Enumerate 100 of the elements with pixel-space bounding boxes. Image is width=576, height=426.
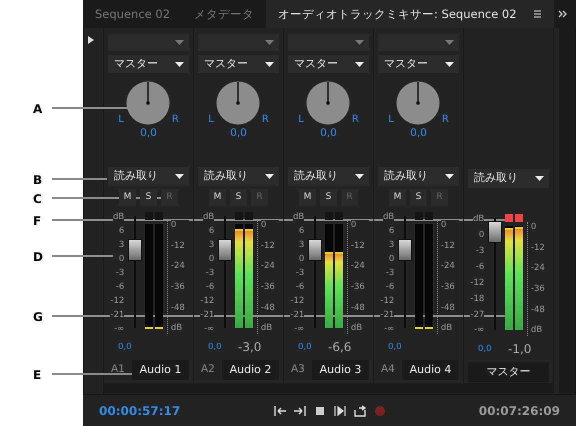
pan-left-label: L [208, 115, 214, 125]
track-button[interactable]: M [299, 189, 316, 206]
chevrons-icon[interactable] [558, 10, 567, 18]
send-dropdown[interactable]: マスター [288, 55, 369, 73]
pan-value[interactable]: 0,0 [410, 125, 427, 141]
track-id: A4 [380, 362, 396, 378]
scale-label: 0 [478, 230, 484, 240]
scale-label: dB [293, 212, 304, 222]
clip-indicator[interactable] [144, 212, 153, 220]
automation-dropdown[interactable]: 読み取り [198, 167, 279, 186]
track-name[interactable]: Audio 4 [402, 360, 459, 380]
volume-value[interactable]: 0,0 [478, 342, 508, 356]
caret-icon [264, 173, 275, 180]
volume-value[interactable]: 0,0 [118, 340, 148, 354]
caret-icon [444, 173, 455, 180]
automation-dropdown[interactable]: 読み取り [288, 167, 369, 186]
scale-label: 0 [170, 220, 189, 230]
fader-handle[interactable] [488, 220, 502, 243]
scale-label: -6 [386, 282, 394, 292]
pan-knob[interactable] [216, 81, 260, 125]
clip-indicator[interactable] [154, 212, 163, 220]
scale-label: 3 [388, 240, 394, 250]
track-button[interactable]: S [320, 189, 337, 206]
pan-left-label: L [388, 115, 394, 125]
callout-letter: D [33, 249, 43, 266]
scale-label: -6 [206, 282, 214, 292]
track-name[interactable]: Audio 2 [222, 360, 279, 380]
scale-label: 0 [118, 254, 124, 264]
volume-value[interactable]: 0,0 [388, 340, 418, 354]
clip-indicator[interactable] [324, 212, 333, 220]
volume-value[interactable]: 0,0 [208, 340, 238, 354]
pan-value[interactable]: 0,0 [320, 125, 337, 141]
caret-icon [174, 39, 185, 46]
clip-indicator[interactable] [244, 212, 253, 220]
go-to-in-icon[interactable] [274, 404, 286, 416]
track-button[interactable]: S [230, 189, 247, 206]
caret-icon [354, 173, 365, 180]
caret-icon [534, 175, 545, 182]
scale-label: -6 [296, 282, 304, 292]
track-id: A1 [110, 362, 126, 378]
clip-indicator[interactable] [234, 212, 243, 220]
pan-value[interactable]: 0,0 [230, 125, 247, 141]
callout-letter: B [33, 172, 42, 189]
send-dropdown[interactable]: マスター [378, 55, 459, 73]
pan-value[interactable]: 0,0 [140, 125, 157, 141]
stop-icon[interactable] [314, 404, 326, 416]
scale-label: -3 [116, 268, 124, 278]
track-name[interactable]: Audio 3 [312, 360, 369, 380]
expand-icon[interactable] [88, 36, 94, 44]
volume-value[interactable]: 0,0 [298, 340, 328, 354]
go-to-out-icon[interactable] [294, 404, 306, 416]
pan-right-label: R [262, 115, 269, 125]
callout-letter: F [33, 213, 42, 230]
pan-right-label: R [442, 115, 449, 125]
send-dropdown[interactable]: マスター [108, 55, 189, 73]
caret-icon [174, 173, 185, 180]
automation-dropdown[interactable]: 読み取り [468, 169, 549, 188]
pan-knob[interactable] [306, 81, 350, 125]
tab[interactable]: オーディオトラックミキサー: Sequence 02 [266, 0, 554, 28]
scale-label: -3 [206, 268, 214, 278]
clip-indicator[interactable] [514, 214, 523, 222]
automation-dropdown[interactable]: 読み取り [378, 167, 459, 186]
track-name[interactable]: Audio 1 [132, 360, 189, 380]
callout-letter: C [33, 191, 42, 208]
tab[interactable]: メタデータ [182, 0, 266, 28]
clip-indicator[interactable] [424, 212, 433, 220]
clip-indicator[interactable] [414, 212, 423, 220]
pan-knob[interactable] [396, 81, 440, 125]
fader-handle[interactable] [218, 239, 232, 262]
scale-label: 0 [350, 220, 369, 230]
send-dropdown[interactable]: マスター [198, 55, 279, 73]
scale-label: -6 [116, 282, 124, 292]
loop-icon[interactable] [354, 404, 366, 416]
track-name[interactable]: マスター [468, 362, 549, 382]
scale-label: 6 [118, 226, 124, 236]
callout-letter: A [33, 101, 42, 118]
track-button[interactable]: M [389, 189, 406, 206]
scale-label: -3 [476, 246, 484, 256]
clip-indicator[interactable] [334, 212, 343, 220]
menu-icon[interactable] [532, 10, 542, 18]
tab[interactable]: Sequence 02 [83, 0, 182, 28]
play-in-to-out-icon[interactable] [334, 404, 346, 416]
pan-knob[interactable] [126, 81, 170, 125]
caret-icon [444, 39, 455, 46]
track-button[interactable]: M [119, 189, 136, 206]
leader-line [52, 255, 113, 257]
track-button[interactable]: S [410, 189, 427, 206]
fader-handle[interactable] [398, 239, 412, 262]
scale-label: 0 [260, 220, 279, 230]
pan-left-label: L [298, 115, 304, 125]
automation-dropdown[interactable]: 読み取り [108, 167, 189, 186]
track-button[interactable]: M [209, 189, 226, 206]
fader-handle[interactable] [128, 239, 142, 262]
fader-handle[interactable] [308, 239, 322, 262]
scale-label: 3 [298, 240, 304, 250]
pan-left-label: L [118, 115, 124, 125]
clip-indicator[interactable] [504, 214, 513, 222]
track-button[interactable]: S [140, 189, 157, 206]
timecode[interactable]: 00:00:57:17 [99, 402, 180, 420]
pan-right-label: R [352, 115, 359, 125]
